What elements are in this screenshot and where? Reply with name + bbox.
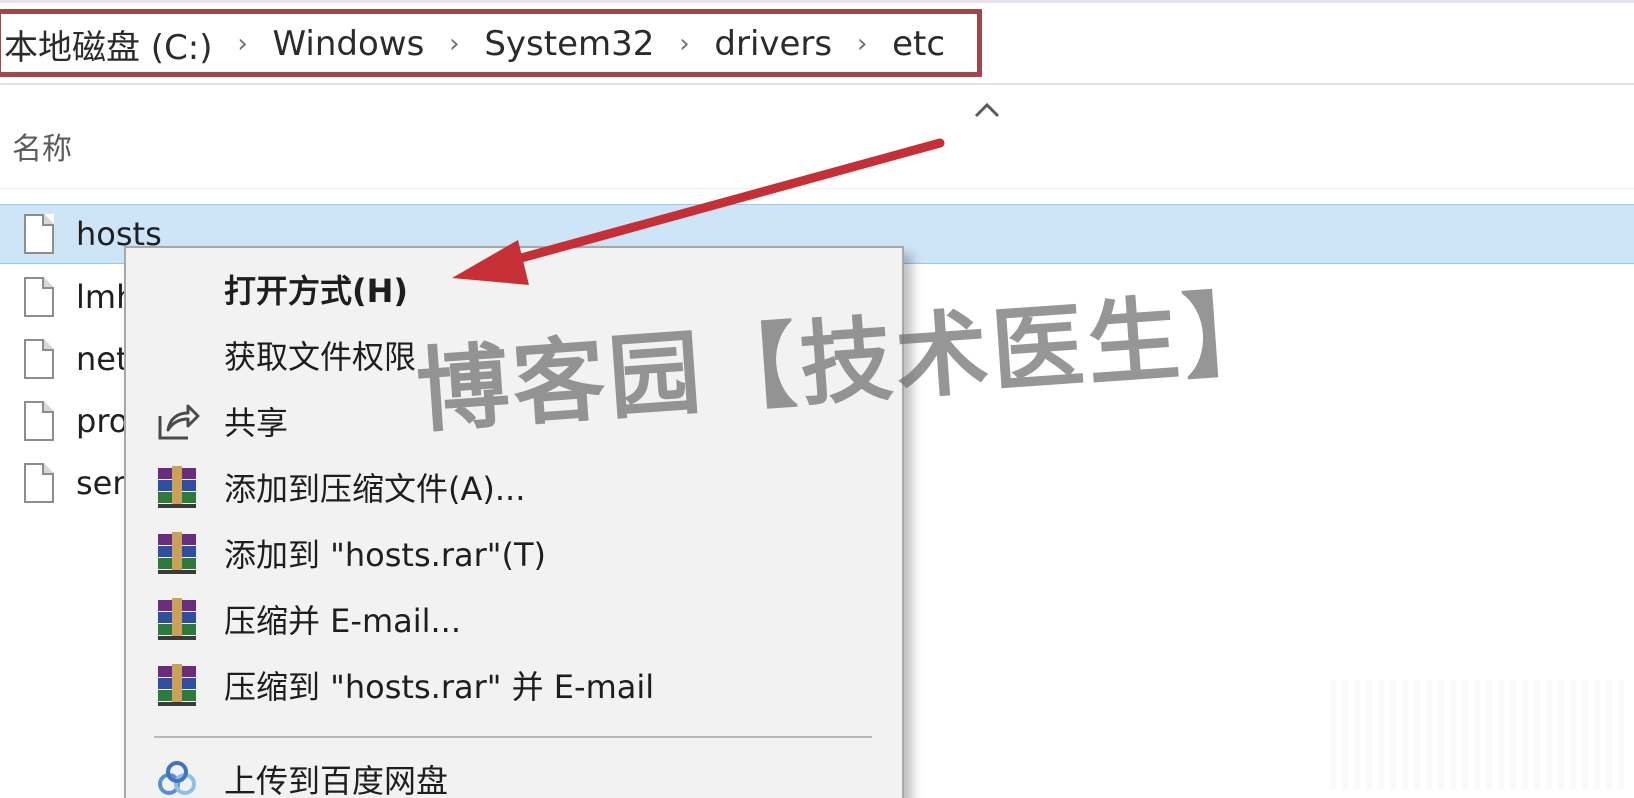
winrar-icon [154, 662, 200, 708]
share-icon [154, 398, 200, 444]
menu-item-upload-baidu-netdisk[interactable]: 上传到百度网盘 [126, 748, 902, 798]
chevron-up-icon[interactable] [972, 97, 1002, 127]
menu-item-add-to-archive[interactable]: 添加到压缩文件(A)... [126, 456, 902, 518]
file-icon [24, 463, 54, 503]
context-menu: 打开方式(H) 获取文件权限 共享 添加到压缩文件(A)... 添加到 "hos… [124, 246, 904, 798]
menu-item-label: 获取文件权限 [224, 338, 417, 376]
menu-separator [154, 736, 872, 738]
menu-item-take-ownership[interactable]: 获取文件权限 [126, 324, 902, 386]
menu-item-label: 上传到百度网盘 [224, 762, 449, 798]
winrar-icon [154, 596, 200, 642]
file-name: ser [76, 464, 126, 502]
baidu-netdisk-icon [154, 756, 200, 798]
menu-item-label: 压缩到 "hosts.rar" 并 E-mail [224, 668, 655, 706]
menu-item-label: 添加到压缩文件(A)... [224, 470, 526, 508]
breadcrumb-highlight-frame [0, 9, 982, 77]
file-icon [24, 339, 54, 379]
menu-item-open-with[interactable]: 打开方式(H) [126, 258, 902, 320]
menu-item-label: 添加到 "hosts.rar"(T) [224, 536, 546, 574]
column-header-name[interactable]: 名称 [12, 124, 72, 168]
explorer-window: 本地磁盘 (C:) › Windows › System32 › drivers… [0, 0, 1634, 798]
file-name: pro [76, 402, 129, 440]
file-icon [24, 214, 54, 254]
menu-item-add-to-hosts-rar[interactable]: 添加到 "hosts.rar"(T) [126, 522, 902, 584]
menu-item-label: 共享 [224, 404, 289, 442]
file-name: net [76, 340, 129, 378]
background-noise [1330, 680, 1630, 790]
menu-item-share[interactable]: 共享 [126, 390, 902, 452]
winrar-icon [154, 530, 200, 576]
header-divider [0, 188, 1634, 189]
address-bar[interactable]: 本地磁盘 (C:) › Windows › System32 › drivers… [0, 3, 1634, 85]
menu-item-compress-to-hosts-rar-email[interactable]: 压缩到 "hosts.rar" 并 E-mail [126, 654, 902, 716]
winrar-icon [154, 464, 200, 510]
menu-item-label: 打开方式(H) [224, 272, 409, 310]
file-icon [24, 401, 54, 441]
file-icon [24, 277, 54, 317]
menu-item-label: 压缩并 E-mail... [224, 602, 462, 640]
menu-item-compress-and-email[interactable]: 压缩并 E-mail... [126, 588, 902, 650]
